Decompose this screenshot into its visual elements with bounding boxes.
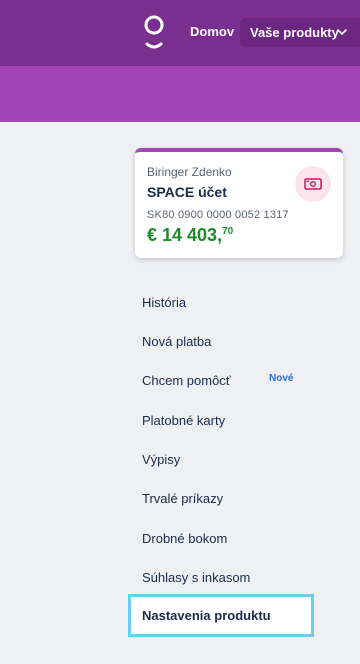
menu-item-label: Nová platba	[142, 333, 212, 349]
menu-item-label: Súhlasy s inkasom	[142, 569, 251, 585]
account-card[interactable]: Biringer Zdenko SPACE účet SK80 0900 000…	[135, 148, 343, 258]
menu-item-chcem-pomoct[interactable]: Chcem pomôcť Nové	[128, 360, 314, 400]
top-navigation-bar: Domov Vaše produkty	[0, 0, 360, 66]
account-owner: Biringer Zdenko	[147, 165, 232, 179]
menu-item-platobne-karty[interactable]: Platobné karty	[128, 400, 314, 440]
menu-item-label: História	[142, 294, 187, 310]
chevron-down-icon	[337, 29, 347, 35]
menu-item-vypisy[interactable]: Výpisy	[128, 439, 314, 479]
menu-item-trvale-prikazy[interactable]: Trvalé príkazy	[128, 478, 314, 518]
menu-item-label: Chcem pomôcť	[142, 372, 231, 388]
money-icon-badge	[295, 166, 331, 202]
menu-item-drobne-bokom[interactable]: Drobné bokom	[128, 518, 314, 558]
menu-item-label: Výpisy	[142, 451, 181, 467]
menu-item-nastavenia-produktu[interactable]: Nastavenia produktu	[128, 594, 314, 637]
menu-item-label: Platobné karty	[142, 412, 226, 428]
balance-main: € 14 403,	[147, 225, 223, 245]
menu-item-label: Nastavenia produktu	[142, 608, 271, 623]
new-badge: Nové	[269, 373, 294, 384]
menu-item-label: Trvalé príkazy	[142, 490, 224, 506]
nav-home-link[interactable]: Domov	[190, 24, 234, 39]
header-band	[0, 66, 360, 122]
account-name: SPACE účet	[147, 184, 227, 200]
nav-products-label: Vaše produkty	[250, 25, 339, 40]
menu-item-suhlasy-s-inkasom[interactable]: Súhlasy s inkasom	[128, 557, 314, 597]
nav-products-dropdown[interactable]: Vaše produkty	[240, 18, 360, 47]
bank-logo-icon[interactable]	[141, 14, 167, 52]
menu-item-historia[interactable]: História	[128, 282, 314, 322]
menu-item-nova-platba[interactable]: Nová platba	[128, 321, 314, 361]
account-iban: SK80 0900 0000 0052 1317	[147, 209, 289, 221]
balance-cents: 70	[222, 226, 234, 237]
menu-item-label: Drobné bokom	[142, 530, 228, 546]
banknote-icon	[304, 178, 322, 190]
account-balance: € 14 403,70	[147, 225, 233, 246]
